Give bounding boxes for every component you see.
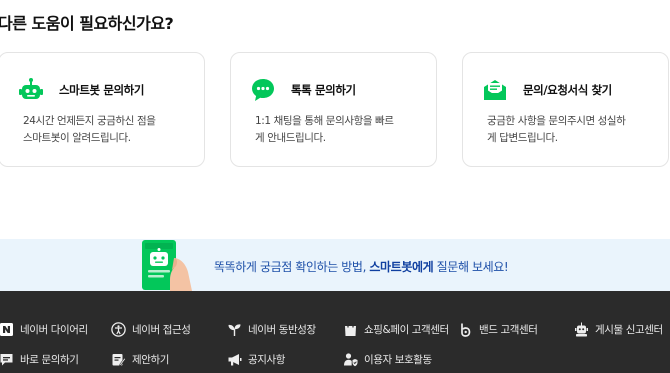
- footer-link-label: 게시물 신고센터: [595, 323, 663, 336]
- footer-link-report-center[interactable]: 게시물 신고센터: [573, 321, 663, 337]
- inquiry-form-card[interactable]: 문의/요청서식 찾기 궁금한 사항을 문의주시면 성실하 게 답변드립니다.: [462, 52, 669, 167]
- talktalk-inquiry-card[interactable]: 톡톡 문의하기 1:1 채팅을 통해 문의사항을 빠르 게 안내드립니다.: [230, 52, 437, 167]
- footer-link-label: 쇼핑&페이 고객센터: [364, 323, 449, 336]
- footer-link-suggestion[interactable]: 제안하기: [110, 351, 169, 367]
- band-logo-icon: [457, 321, 473, 337]
- footer-link-shopping-pay-center[interactable]: 쇼핑&페이 고객센터: [342, 321, 449, 337]
- footer-link-naver-accessibility[interactable]: 네이버 접근성: [110, 321, 191, 337]
- footer-link-label: 제안하기: [132, 353, 170, 366]
- footer-link-notices[interactable]: 공지사항: [226, 351, 285, 367]
- accessibility-icon: [110, 321, 126, 337]
- card-description: 궁금한 사항을 문의주시면 성실하 게 답변드립니다.: [487, 115, 626, 144]
- footer-link-label: 네이버 동반성장: [248, 323, 316, 336]
- envelope-icon: [480, 77, 510, 103]
- footer-link-direct-inquiry[interactable]: 바로 문의하기: [0, 351, 79, 367]
- footer-link-label: 네이버 다이어리: [20, 323, 88, 336]
- section-title: 다른 도움이 필요하신가요?: [0, 14, 174, 33]
- pencil-note-icon: [110, 351, 126, 367]
- banner-highlight: 스마트봇에게: [369, 260, 434, 274]
- chat-bubble-icon: [248, 77, 278, 103]
- footer: [0, 291, 670, 373]
- footer-link-label: 네이버 접근성: [132, 323, 191, 336]
- footer-link-band-center[interactable]: 밴드 고객센터: [457, 321, 538, 337]
- banner-text[interactable]: 똑똑하게 궁금점 확인하는 방법, 스마트봇에게 질문해 보세요!: [214, 258, 509, 275]
- smartbot-phone-illustration: [140, 240, 194, 295]
- footer-link-label: 밴드 고객센터: [479, 323, 538, 336]
- card-title: 톡톡 문의하기: [291, 83, 356, 97]
- footer-link-user-protection[interactable]: 이용자 보호활동: [342, 351, 432, 367]
- footer-link-label: 공지사항: [248, 353, 286, 366]
- naver-logo-icon: [0, 321, 14, 337]
- card-description: 24시간 언제든지 궁금하신 점을 스마트봇이 알려드립니다.: [23, 115, 156, 144]
- shopping-bag-icon: [342, 321, 358, 337]
- footer-link-label: 이용자 보호활동: [364, 353, 432, 366]
- card-description: 1:1 채팅을 통해 문의사항을 빠르 게 안내드립니다.: [255, 115, 394, 144]
- chat-icon: [0, 351, 14, 367]
- footer-link-naver-diary[interactable]: 네이버 다이어리: [0, 321, 88, 337]
- card-title: 스마트봇 문의하기: [59, 83, 145, 97]
- robot-icon: [16, 77, 46, 103]
- robot-siren-icon: [573, 321, 589, 337]
- footer-link-label: 바로 문의하기: [20, 353, 79, 366]
- megaphone-icon: [226, 351, 242, 367]
- card-title: 문의/요청서식 찾기: [523, 83, 612, 97]
- footer-link-naver-partnership[interactable]: 네이버 동반성장: [226, 321, 316, 337]
- sprout-icon: [226, 321, 242, 337]
- smartbot-inquiry-card[interactable]: 스마트봇 문의하기 24시간 언제든지 궁금하신 점을 스마트봇이 알려드립니다…: [0, 52, 205, 167]
- user-shield-icon: [342, 351, 358, 367]
